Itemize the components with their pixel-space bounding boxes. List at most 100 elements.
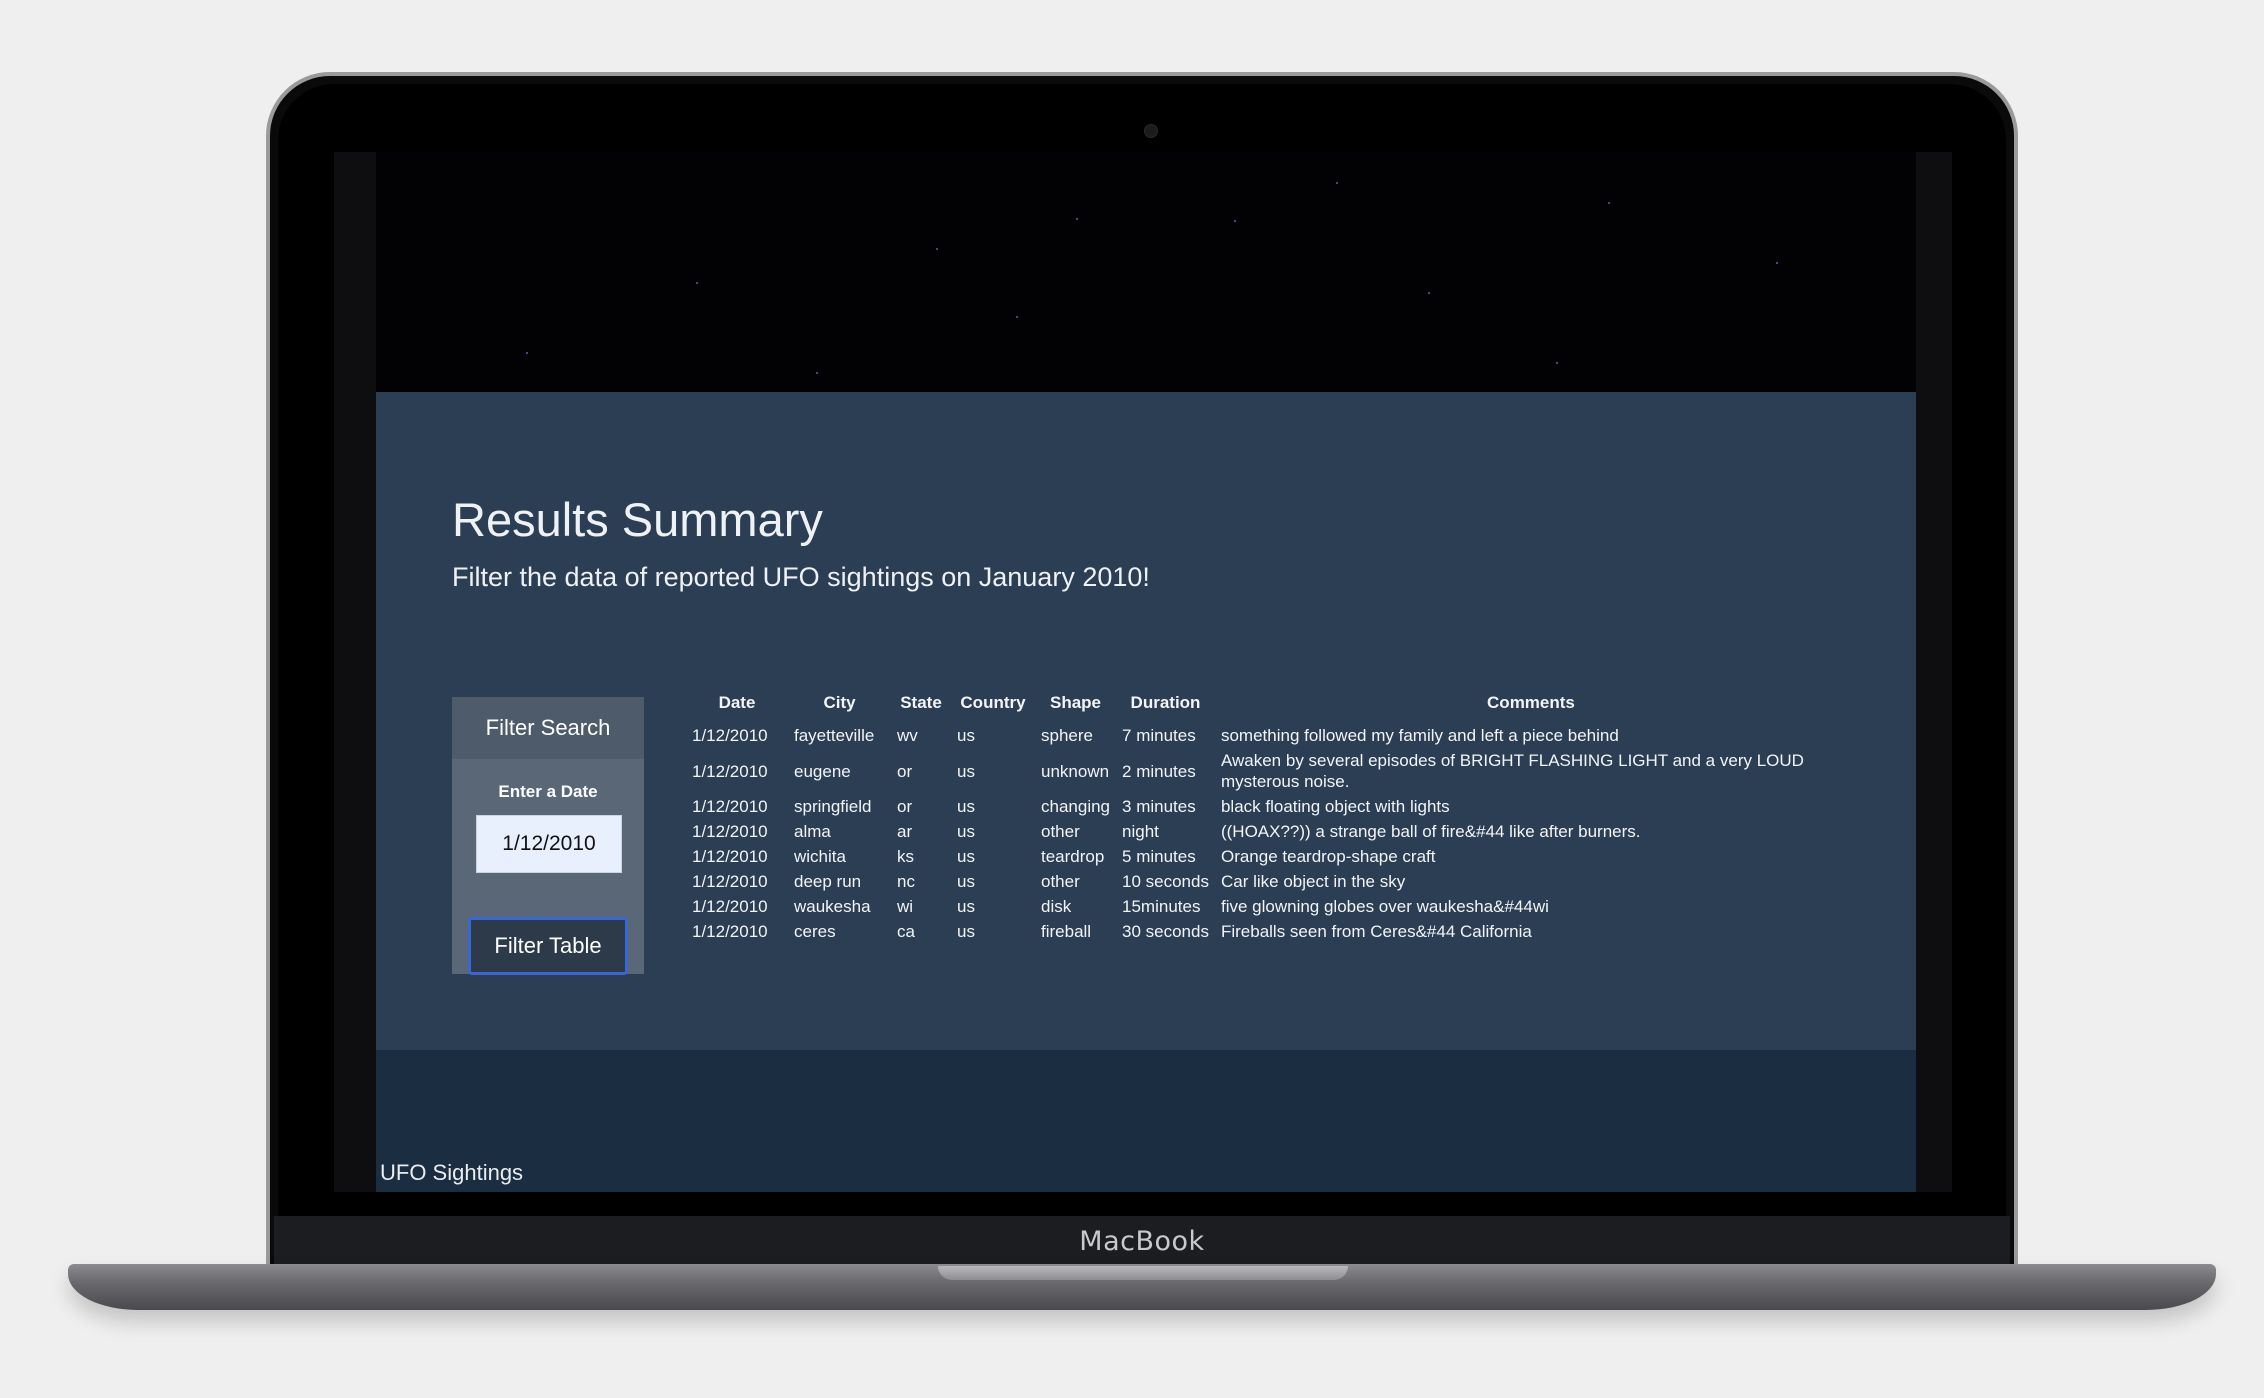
table-row: 1/12/2010 waukesha wi us disk 15minutes five g… <box>686 894 1847 919</box>
cell-city: springfield <box>794 797 872 816</box>
cell-country: us <box>957 897 975 916</box>
cell-state: nc <box>897 872 915 891</box>
column-header-comments: Comments <box>1487 693 1575 712</box>
cell-duration: 30 seconds <box>1122 922 1209 941</box>
cell-city: ceres <box>794 922 836 941</box>
cell-state: wi <box>897 897 914 916</box>
ufo-table: Date City State Country Shape Duration C… <box>686 689 1847 944</box>
cell-date: 1/12/2010 <box>692 726 768 745</box>
cell-comments: black floating object with lights <box>1220 797 1450 816</box>
cell-country: us <box>957 822 975 841</box>
cell-city: deep run <box>794 872 862 891</box>
table-row: 1/12/2010 wichita ks us teardrop 5 minutes Ora… <box>686 844 1847 869</box>
cell-state: or <box>897 797 913 816</box>
page-subtitle: Filter the data of reported UFO sighting… <box>452 562 1150 592</box>
brand-label: MacBook <box>1079 1226 1205 1257</box>
cell-date: 1/12/2010 <box>692 922 768 941</box>
table-row: 1/12/2010 eugene or us unknown 2 minutes Awake… <box>686 748 1847 794</box>
cell-country: us <box>957 797 975 816</box>
cell-comments: five glowning globes over waukesha&#44wi <box>1220 897 1549 916</box>
starfield-hero <box>376 152 1916 392</box>
star <box>1234 220 1236 222</box>
camera-icon <box>1144 124 1158 138</box>
date-label: Enter a Date <box>498 782 598 801</box>
cell-date: 1/12/2010 <box>692 761 768 781</box>
cell-shape: teardrop <box>1041 847 1105 866</box>
filter-table-button[interactable]: Filter Table <box>468 917 628 975</box>
cell-country: us <box>957 761 975 781</box>
table-row: 1/12/2010 deep run nc us other 10 seconds Car … <box>686 869 1847 894</box>
table-row: 1/12/2010 ceres ca us fireball 30 seconds Fire… <box>686 919 1847 944</box>
page-title: Results Summary <box>452 493 823 546</box>
cell-comments: ((HOAX??)) a strange ball of fire&#44 li… <box>1220 822 1641 841</box>
table-row: 1/12/2010 alma ar us other night ((HOAX??)) a … <box>686 819 1847 844</box>
cell-duration: 5 minutes <box>1122 847 1196 866</box>
footer: UFO Sightings <box>376 1050 1916 1192</box>
cell-date: 1/12/2010 <box>692 872 768 891</box>
cell-comments: Fireballs seen from Ceres&#44 California <box>1220 922 1532 941</box>
cell-shape: unknown <box>1041 761 1110 781</box>
star <box>526 352 528 354</box>
cell-city: waukesha <box>794 897 871 916</box>
star <box>1776 262 1778 264</box>
date-input[interactable] <box>476 815 622 873</box>
filter-panel: Filter Search Enter a Date Filter Table <box>452 697 644 975</box>
cell-shape: other <box>1041 872 1080 891</box>
cell-comments: Awaken by several episodes of BRIGHT FLA… <box>1220 751 1804 791</box>
table-row: 1/12/2010 springfield or us changing 3 minute… <box>686 794 1847 819</box>
cell-shape: disk <box>1041 897 1072 916</box>
star <box>1428 292 1430 294</box>
column-header-shape: Shape <box>1049 693 1102 712</box>
cell-comments: something followed my family and left a … <box>1220 726 1619 745</box>
cell-city: eugene <box>794 761 851 781</box>
cell-duration: 7 minutes <box>1122 726 1196 745</box>
cell-country: us <box>957 922 975 941</box>
star <box>1076 218 1078 220</box>
cell-city: alma <box>794 822 831 841</box>
cell-country: us <box>957 726 975 745</box>
cell-shape: sphere <box>1041 726 1093 745</box>
cell-city: wichita <box>794 847 846 866</box>
cell-state: ar <box>897 822 913 841</box>
column-header-city: City <box>823 693 856 712</box>
cell-state: ks <box>897 847 914 866</box>
cell-date: 1/12/2010 <box>692 822 768 841</box>
cell-duration: 10 seconds <box>1122 872 1209 891</box>
cell-shape: other <box>1041 822 1080 841</box>
cell-date: 1/12/2010 <box>692 797 768 816</box>
cell-country: us <box>957 872 975 891</box>
star <box>696 282 698 284</box>
cell-state: or <box>897 761 913 781</box>
laptop-notch <box>938 1266 1348 1280</box>
cell-shape: changing <box>1041 797 1111 816</box>
column-header-date: Date <box>718 693 756 712</box>
cell-duration: night <box>1122 822 1159 841</box>
cell-state: ca <box>897 922 915 941</box>
cell-date: 1/12/2010 <box>692 897 768 916</box>
table-body: 1/12/2010 fayetteville wv us sphere 7 minutes… <box>686 723 1847 944</box>
star <box>1016 316 1018 318</box>
cell-comments: Orange teardrop-shape craft <box>1220 847 1436 866</box>
cell-shape: fireball <box>1041 922 1092 941</box>
cell-duration: 15minutes <box>1122 897 1201 916</box>
web-page: UFO Sightings Results Summary Filter the… <box>376 152 1916 1192</box>
laptop-screen: UFO Sightings Results Summary Filter the… <box>334 152 1952 1192</box>
column-header-state: State <box>900 693 942 712</box>
cell-comments: Car like object in the sky <box>1220 872 1406 891</box>
cell-duration: 3 minutes <box>1122 797 1196 816</box>
star <box>1608 202 1610 204</box>
star <box>936 248 938 250</box>
column-header-duration: Duration <box>1130 693 1201 712</box>
column-header-country: Country <box>960 693 1026 712</box>
star <box>816 372 818 374</box>
cell-country: us <box>957 847 975 866</box>
table-header-row: Date City State Country Shape Duration C… <box>686 689 1847 723</box>
cell-state: wv <box>897 726 918 745</box>
table-row: 1/12/2010 fayetteville wv us sphere 7 minutes… <box>686 723 1847 748</box>
cell-date: 1/12/2010 <box>692 847 768 866</box>
star <box>1336 182 1338 184</box>
star <box>1556 362 1558 364</box>
cell-duration: 2 minutes <box>1122 761 1196 781</box>
filter-heading: Filter Search <box>452 697 644 759</box>
footer-text: UFO Sightings <box>380 1160 524 1185</box>
